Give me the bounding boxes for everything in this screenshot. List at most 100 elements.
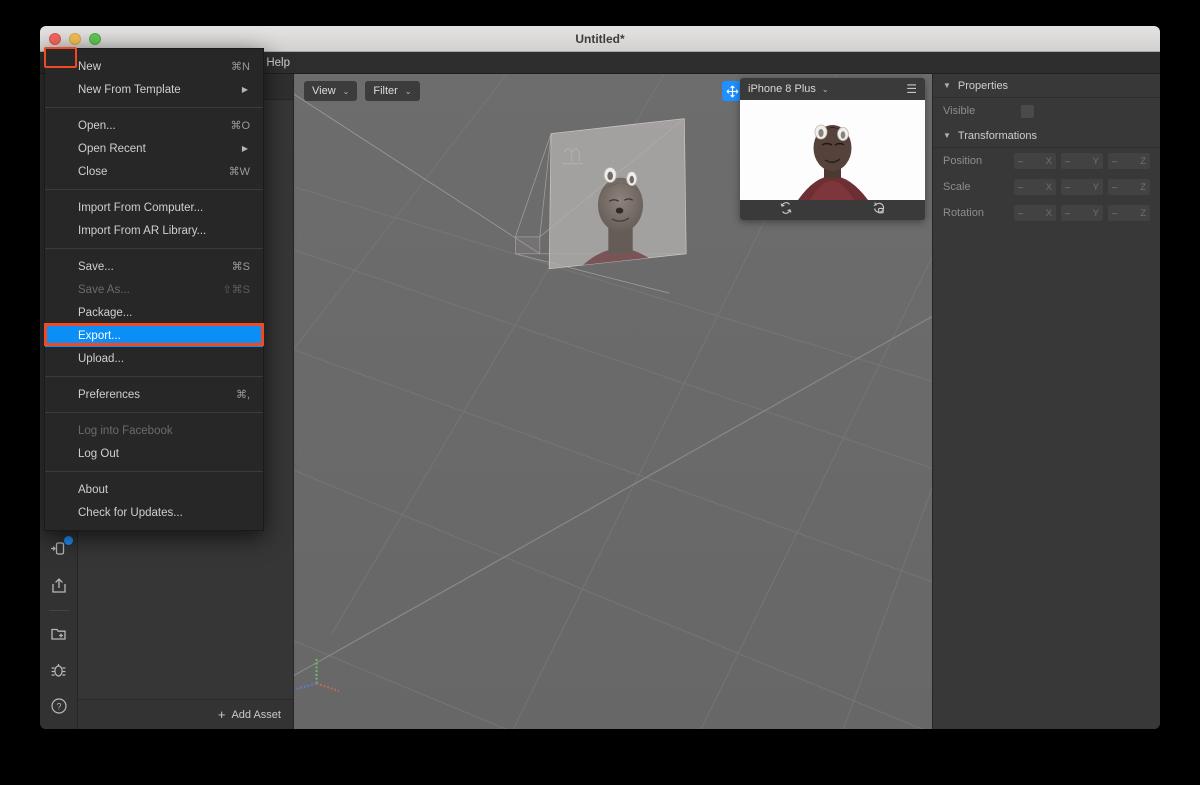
menu-item-log-out[interactable]: Log Out [45, 442, 263, 465]
menu-item-shortcut: ⌘S [231, 261, 250, 273]
menu-item-export[interactable]: Export... [45, 324, 263, 347]
file-menu-dropdown[interactable]: New ⌘N New From Template ▶ Open... ⌘O Open Rec… [44, 48, 264, 531]
svg-text:?: ? [56, 702, 61, 712]
menu-item-save[interactable]: Save... ⌘S [45, 255, 263, 278]
field-value: – [1065, 207, 1071, 219]
filter-dropdown[interactable]: Filter ⌄ [365, 81, 420, 101]
field-value: – [1112, 181, 1118, 193]
debug-icon[interactable] [46, 657, 72, 683]
axis-label: Y [1092, 155, 1099, 167]
axis-label: X [1045, 181, 1052, 193]
menu-item-new[interactable]: New ⌘N [45, 55, 263, 78]
axis-label: Y [1092, 181, 1099, 193]
menu-item-shortcut: ⌘W [228, 166, 250, 178]
menu-item-label: Log into Facebook [78, 424, 173, 437]
menu-item-preferences[interactable]: Preferences ⌘, [45, 383, 263, 406]
move-icon [726, 85, 739, 97]
menu-item-new-from-template[interactable]: New From Template ▶ [45, 78, 263, 101]
menu-separator [45, 248, 263, 249]
view-dropdown[interactable]: View ⌄ [304, 81, 358, 101]
chevron-down-icon: ⌄ [404, 86, 412, 96]
scale-x-field[interactable]: – X [1014, 179, 1056, 195]
switch-camera-icon[interactable] [779, 201, 793, 220]
menu-separator [45, 189, 263, 190]
switch-camera-glyph [780, 201, 792, 214]
app-root: Untitled* FileEditViewAddProjectHelp New… [0, 0, 1200, 785]
menu-item-open[interactable]: Open... ⌘O [45, 114, 263, 137]
axis-label: X [1045, 207, 1052, 219]
upload-icon[interactable] [46, 572, 72, 598]
menu-item-shortcut: ⇧⌘S [222, 284, 250, 296]
position-x-field[interactable]: – X [1014, 153, 1056, 169]
section-title: Properties [957, 79, 1009, 92]
menu-separator [45, 376, 263, 377]
submenu-arrow-icon: ▶ [241, 144, 248, 153]
property-label: Visible [943, 105, 976, 117]
menu-item-open-recent[interactable]: Open Recent ▶ [45, 137, 263, 160]
record-icon[interactable] [872, 201, 886, 220]
menu-item-label: Preferences [78, 388, 141, 401]
vector3-fields: – X – Y – Z [1014, 179, 1150, 195]
chevron-down-icon: ⌄ [342, 86, 350, 96]
axis-label: X [1045, 155, 1052, 167]
rotation-y-field[interactable]: – Y [1061, 205, 1103, 221]
viewport-3d[interactable]: View ⌄ Filter ⌄ iPhone 8 Plus ⌄ ☰ [294, 74, 932, 729]
vector3-fields: – X – Y – Z [1014, 153, 1150, 169]
properties-section-transformations[interactable]: ▼ Transformations [933, 124, 1160, 148]
position-z-field[interactable]: – Z [1108, 153, 1150, 169]
property-row-rotation: Rotation – X – Y – Z [933, 200, 1160, 226]
menu-item-import-from-ar-library[interactable]: Import From AR Library... [45, 219, 263, 242]
property-row-position: Position – X – Y – Z [933, 148, 1160, 174]
menu-item-about[interactable]: About [45, 478, 263, 501]
property-label: Rotation [943, 207, 984, 219]
field-value: – [1018, 207, 1024, 219]
menu-separator [45, 412, 263, 413]
menu-item-label: Check for Updates... [78, 506, 183, 519]
menu-item-check-for-updates[interactable]: Check for Updates... [45, 501, 263, 524]
menu-item-upload[interactable]: Upload... [45, 347, 263, 370]
menu-item-import-from-computer[interactable]: Import From Computer... [45, 196, 263, 219]
menu-item-package[interactable]: Package... [45, 301, 263, 324]
menu-item-shortcut: ⌘O [230, 120, 250, 132]
menu-item-shortcut: ⌘N [231, 61, 250, 73]
help-glyph: ? [50, 698, 67, 714]
menu-item-label: Package... [78, 306, 133, 319]
device-preview-panel: iPhone 8 Plus ⌄ ☰ [740, 78, 925, 220]
record-glyph [873, 201, 884, 213]
preview-menu-icon[interactable]: ☰ [906, 83, 917, 95]
help-icon[interactable]: ? [46, 693, 72, 719]
position-y-field[interactable]: – Y [1061, 153, 1103, 169]
rotation-z-field[interactable]: – Z [1108, 205, 1150, 221]
disclosure-triangle-icon[interactable]: ▼ [943, 81, 951, 90]
menu-item-close[interactable]: Close ⌘W [45, 160, 263, 183]
field-value: – [1112, 207, 1118, 219]
submenu-arrow-icon: ▶ [241, 85, 248, 94]
add-asset-button[interactable]: + Add Asset [218, 707, 281, 722]
device-name: iPhone 8 Plus [748, 83, 816, 95]
menu-item-label: New From Template [78, 83, 181, 96]
plus-icon: + [217, 707, 226, 722]
menu-item-label: Export... [78, 329, 121, 342]
menu-separator [45, 107, 263, 108]
axis-label: Z [1140, 207, 1146, 219]
scale-z-field[interactable]: – Z [1108, 179, 1150, 195]
scale-y-field[interactable]: – Y [1061, 179, 1103, 195]
upload-glyph [51, 577, 66, 593]
rotation-x-field[interactable]: – X [1014, 205, 1056, 221]
properties-panel: ▼ Properties Visible ▼ Transformations Positi… [932, 74, 1160, 729]
field-value: – [1018, 181, 1024, 193]
axis-gizmo [295, 657, 340, 692]
visible-checkbox[interactable] [1021, 104, 1034, 118]
disclosure-triangle-icon[interactable]: ▼ [943, 131, 951, 140]
add-object-icon[interactable] [46, 536, 73, 562]
chevron-down-icon[interactable]: ⌄ [822, 85, 829, 94]
preview-stage[interactable] [740, 100, 925, 200]
field-value: – [1065, 155, 1071, 167]
menu-item-label: Import From Computer... [78, 201, 204, 214]
debug-glyph [51, 663, 66, 677]
axis-label: Y [1092, 207, 1099, 219]
properties-section-properties[interactable]: ▼ Properties [933, 74, 1160, 98]
new-folder-icon[interactable] [46, 621, 72, 647]
property-row-visible: Visible [933, 98, 1160, 124]
add-asset-label: Add Asset [231, 708, 281, 721]
